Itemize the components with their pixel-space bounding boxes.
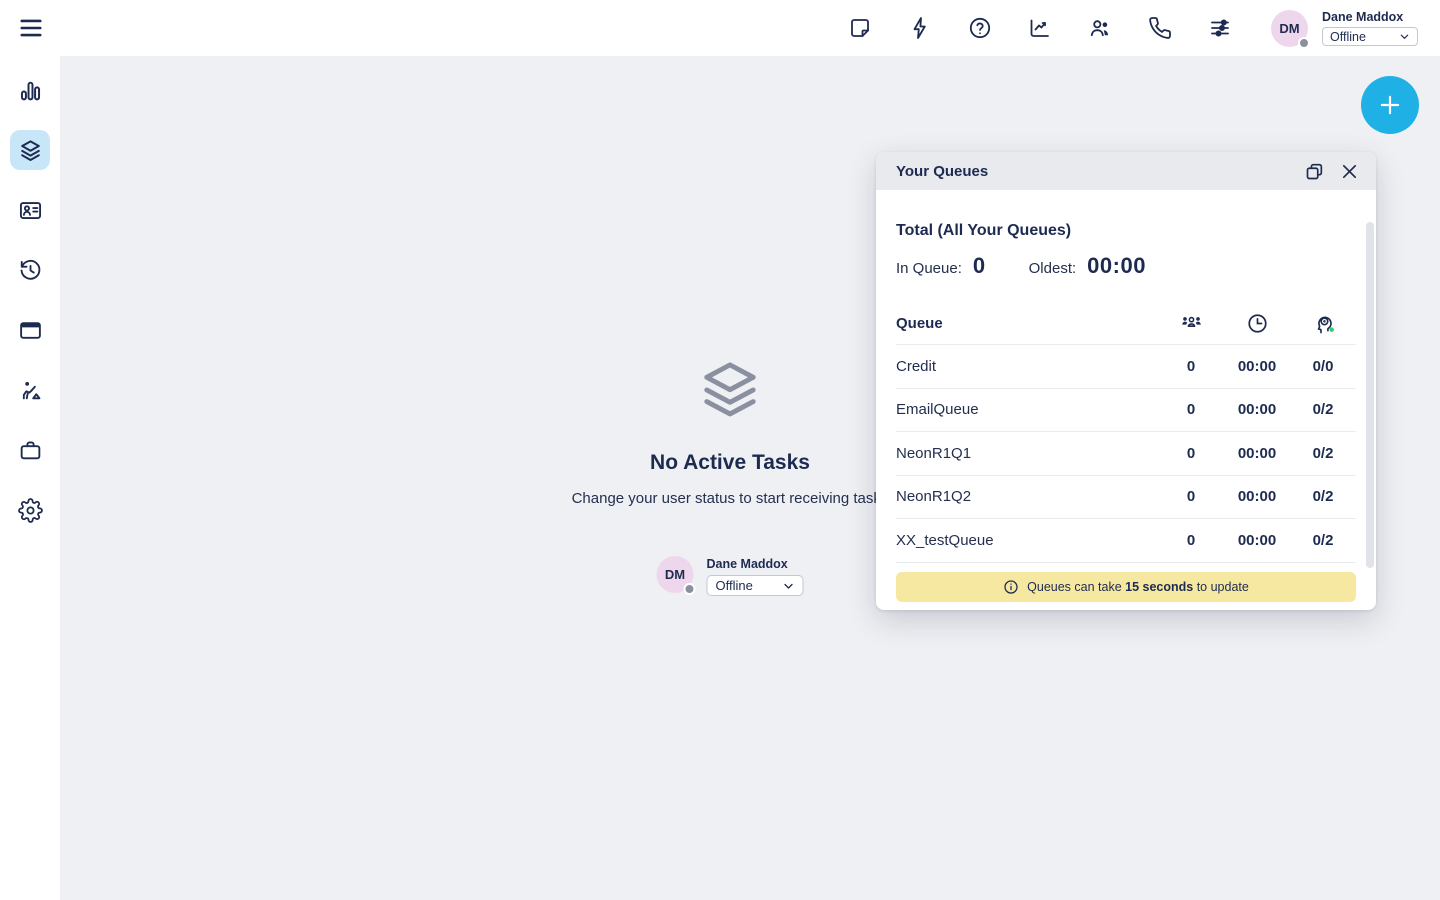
contact-card-icon [18, 198, 43, 223]
panel-header[interactable]: Your Queues [876, 152, 1376, 190]
panel-scrollbar-thumb[interactable] [1366, 222, 1374, 568]
in-queue-label: In Queue: [896, 260, 962, 277]
queue-row[interactable]: EmailQueue 0 00:00 0/2 [896, 389, 1356, 433]
queue-oldest-value: 00:00 [1224, 445, 1290, 462]
chevron-down-icon [1399, 31, 1410, 42]
reporting-chart-icon[interactable] [1028, 16, 1052, 40]
user-card-name: Dane Maddox [707, 557, 804, 571]
queue-row[interactable]: Credit 0 00:00 0/0 [896, 345, 1356, 389]
status-select-value: Offline [716, 578, 753, 593]
oldest-value: 00:00 [1087, 253, 1146, 279]
history-icon [18, 258, 43, 283]
help-icon[interactable] [968, 16, 992, 40]
user-status-card: DM Dane Maddox Offline [657, 556, 804, 596]
queue-in-queue-value: 0 [1158, 358, 1224, 375]
queue-name: XX_testQueue [896, 532, 1158, 549]
queue-oldest-value: 00:00 [1224, 532, 1290, 549]
sidebar-item-activity-history[interactable] [10, 250, 50, 290]
contacts-users-icon[interactable] [1088, 16, 1112, 40]
queue-agents-value: 0/2 [1290, 488, 1356, 505]
queue-table-header: Queue [896, 312, 1356, 345]
totals-row: In Queue: 0 Oldest: 00:00 [896, 253, 1356, 279]
sidebar-item-workbench[interactable] [10, 370, 50, 410]
queue-in-queue-value: 0 [1158, 488, 1224, 505]
queue-column-header: Queue [896, 315, 1158, 332]
sidebar-item-settings[interactable] [10, 490, 50, 530]
close-icon[interactable] [1339, 161, 1360, 182]
chevron-down-icon [783, 580, 795, 592]
queue-in-queue-value: 0 [1158, 532, 1224, 549]
topbar-actions [848, 16, 1232, 40]
queue-oldest-value: 00:00 [1224, 358, 1290, 375]
topbar-user-block: Dane Maddox Offline [1322, 10, 1418, 46]
contacts-in-queue-icon [1158, 312, 1224, 335]
sidebar-item-briefcase[interactable] [10, 430, 50, 470]
oldest-label: Oldest: [1029, 260, 1077, 277]
avatar-initials: DM [665, 567, 685, 582]
panel-body: Total (All Your Queues) In Queue: 0 Olde… [876, 222, 1376, 602]
queue-name: Credit [896, 358, 1158, 375]
waiting-time-clock-icon [1224, 312, 1290, 335]
bar-chart-icon [18, 78, 43, 103]
layers-empty-icon [699, 361, 761, 417]
status-select[interactable]: Offline [1322, 27, 1418, 46]
queue-oldest-value: 00:00 [1224, 488, 1290, 505]
briefcase-icon [18, 438, 43, 463]
sidebar [0, 56, 60, 900]
agents-availability-icon [1290, 312, 1356, 335]
shortcuts-lightning-icon[interactable] [908, 16, 932, 40]
offline-presence-dot [684, 583, 696, 595]
plus-icon [1377, 92, 1403, 118]
totals-heading: Total (All Your Queues) [896, 222, 1356, 240]
sidebar-item-tasks[interactable] [10, 130, 50, 170]
queue-agents-value: 0/2 [1290, 401, 1356, 418]
queue-row[interactable]: NeonR1Q2 0 00:00 0/2 [896, 476, 1356, 520]
popout-window-icon[interactable] [1304, 161, 1325, 182]
queue-agents-value: 0/0 [1290, 358, 1356, 375]
notes-icon[interactable] [848, 16, 872, 40]
hamburger-menu-icon[interactable] [18, 15, 44, 41]
layers-icon [18, 138, 43, 163]
queue-row[interactable]: XX_testQueue 0 00:00 0/2 [896, 519, 1356, 563]
queue-row[interactable]: NeonR1Q1 0 00:00 0/2 [896, 432, 1356, 476]
your-queues-panel: Your Queues Total (All Your Queues) In Q… [876, 152, 1376, 610]
avatar-initials: DM [1279, 21, 1299, 36]
queue-name: EmailQueue [896, 401, 1158, 418]
topbar-avatar[interactable]: DM [1271, 10, 1308, 47]
queue-name: NeonR1Q2 [896, 488, 1158, 505]
status-select-value: Offline [1330, 30, 1366, 44]
queue-oldest-value: 00:00 [1224, 401, 1290, 418]
preferences-sliders-icon[interactable] [1208, 16, 1232, 40]
user-card-status-select[interactable]: Offline [707, 575, 804, 596]
queue-in-queue-value: 0 [1158, 401, 1224, 418]
user-card-avatar: DM [657, 556, 694, 593]
notice-text: Queues can take 15 seconds to update [1027, 580, 1249, 594]
callbar-phone-icon[interactable] [1148, 16, 1172, 40]
queue-in-queue-value: 0 [1158, 445, 1224, 462]
add-task-button[interactable] [1361, 76, 1419, 134]
sidebar-item-dashboard[interactable] [10, 70, 50, 110]
queue-agents-value: 0/2 [1290, 532, 1356, 549]
panel-title: Your Queues [896, 163, 1290, 180]
offline-presence-dot [1298, 37, 1310, 49]
info-icon [1003, 579, 1019, 595]
queue-name: NeonR1Q1 [896, 445, 1158, 462]
gear-icon [18, 498, 43, 523]
user-name: Dane Maddox [1322, 10, 1418, 24]
sidebar-item-workspace-window[interactable] [10, 310, 50, 350]
browser-window-icon [18, 318, 43, 343]
sidebar-item-contacts[interactable] [10, 190, 50, 230]
construction-worker-icon [18, 378, 43, 403]
in-queue-value: 0 [973, 253, 986, 279]
queue-agents-value: 0/2 [1290, 445, 1356, 462]
topbar: DM Dane Maddox Offline [0, 0, 1440, 56]
queues-update-notice: Queues can take 15 seconds to update [896, 572, 1356, 602]
